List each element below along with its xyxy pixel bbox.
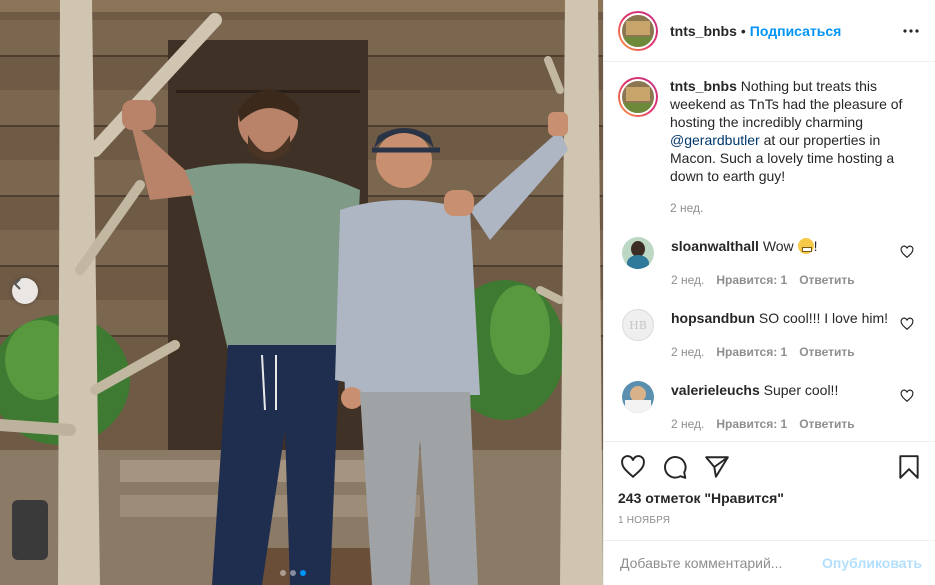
comment-text: Wow	[762, 238, 798, 254]
chevron-left-icon	[13, 278, 21, 290]
comment-avatar[interactable]	[622, 381, 654, 413]
comment-like-heart-icon[interactable]	[900, 389, 914, 403]
author-username[interactable]: tnts_bnbs	[670, 23, 737, 39]
post-actions: 243 отметок "Нравится" 1 НОЯБРЯ	[604, 441, 935, 526]
carousel-dot	[280, 570, 286, 576]
comment-item: HB hopsandbun SO cool!!! I love him! 2 н…	[618, 309, 922, 361]
carousel-prev-button[interactable]	[12, 278, 38, 304]
share-send-icon[interactable]	[704, 454, 730, 480]
comment-username[interactable]: hopsandbun	[671, 310, 755, 326]
comment-like-heart-icon[interactable]	[900, 317, 914, 331]
comment-avatar[interactable]	[622, 237, 654, 269]
more-horizontal-icon	[903, 28, 919, 33]
comment-bubble-icon[interactable]	[662, 454, 688, 480]
comment-likes[interactable]: Нравится: 1	[716, 415, 787, 433]
comment-username[interactable]: sloanwalthall	[671, 238, 759, 254]
comment-likes[interactable]: Нравится: 1	[716, 343, 787, 361]
comment-username[interactable]: valerieleuchs	[671, 382, 760, 398]
caption-avatar[interactable]	[618, 77, 658, 117]
comment-reply-button[interactable]: Ответить	[799, 415, 854, 433]
comment-like-heart-icon[interactable]	[900, 245, 914, 259]
follow-button[interactable]: Подписаться	[750, 23, 842, 39]
grimacing-face-emoji-icon	[797, 238, 814, 254]
caption-time[interactable]: 2 нед.	[670, 199, 906, 217]
comment-item: valerieleuchs Super cool!! 2 нед. Нравит…	[618, 381, 922, 433]
carousel-dot	[290, 570, 296, 576]
comment-reply-button[interactable]: Ответить	[799, 271, 854, 289]
comment-time[interactable]: 2 нед.	[671, 343, 704, 361]
post-photo[interactable]	[0, 0, 603, 585]
caption-mention[interactable]: @gerardbutler	[670, 132, 760, 148]
comment-item: sloanwalthall Wow ! 2 нед. Нравится: 1 О…	[618, 237, 922, 289]
caption-username[interactable]: tnts_bnbs	[670, 78, 737, 94]
more-options-button[interactable]	[901, 21, 921, 41]
carousel-indicator	[280, 570, 306, 576]
comment-text: SO cool!!! I love him!	[758, 310, 889, 326]
carousel-dot-active	[300, 570, 306, 576]
comment-avatar[interactable]: HB	[622, 309, 654, 341]
author-avatar[interactable]	[618, 10, 658, 51]
comment-time[interactable]: 2 нед.	[671, 415, 704, 433]
comment-likes[interactable]: Нравится: 1	[716, 271, 787, 289]
comment-text-after: !	[813, 238, 818, 254]
comment-text: Super cool!!	[763, 382, 839, 398]
instagram-post: tnts_bnbs • Подписаться tnts_bnbs Nothin…	[0, 0, 935, 585]
post-header: tnts_bnbs • Подписаться	[604, 0, 935, 62]
post-caption: tnts_bnbs Nothing but treats this weeken…	[618, 77, 922, 217]
photo-image	[0, 0, 603, 585]
like-heart-icon[interactable]	[620, 454, 646, 480]
post-date[interactable]: 1 НОЯБРЯ	[618, 515, 922, 526]
comments-list[interactable]: tnts_bnbs Nothing but treats this weeken…	[604, 63, 935, 440]
comment-reply-button[interactable]: Ответить	[799, 343, 854, 361]
publish-button[interactable]: Опубликовать	[822, 555, 922, 571]
add-comment-input[interactable]	[620, 555, 823, 571]
post-side-panel: tnts_bnbs • Подписаться tnts_bnbs Nothin…	[603, 0, 935, 585]
bookmark-save-icon[interactable]	[896, 454, 922, 480]
add-comment-bar: Опубликовать	[604, 540, 935, 585]
comment-time[interactable]: 2 нед.	[671, 271, 704, 289]
avatar-initials: HB	[629, 318, 647, 332]
header-separator: •	[740, 22, 746, 39]
likes-count[interactable]: 243 отметок "Нравится"	[618, 490, 922, 506]
